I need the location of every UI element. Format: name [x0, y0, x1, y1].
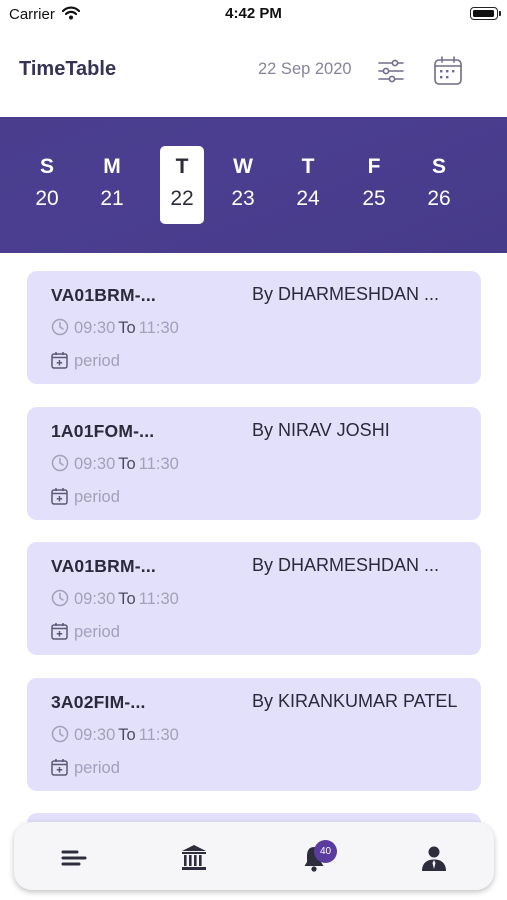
- bottom-nav: [14, 822, 494, 890]
- clock-icon: [51, 454, 69, 477]
- page-title: TimeTable: [19, 58, 117, 80]
- battery-icon: [470, 7, 501, 20]
- session-time: 09:30 To 11:30: [51, 318, 179, 341]
- day-monday-21[interactable]: M 21: [90, 146, 134, 224]
- calendar-icon[interactable]: [432, 55, 464, 87]
- calendar-plus-icon: [51, 351, 68, 374]
- weekday-label: T: [301, 155, 315, 178]
- app-header: TimeTable 22 Sep 2020: [0, 30, 507, 117]
- day-wednesday-23[interactable]: W 23: [221, 146, 265, 224]
- day-tuesday-22[interactable]: T 22: [160, 146, 204, 224]
- session-teacher: By NIRAV JOSHI: [252, 420, 390, 440]
- clock-time: 4:42 PM: [225, 5, 282, 22]
- to-label: To: [118, 319, 136, 337]
- session-card[interactable]: 1A01FOM-... By NIRAV JOSHI 09:30 To 11:30 …: [27, 407, 481, 520]
- start-time: 09:30: [74, 726, 116, 744]
- user-icon[interactable]: [419, 843, 449, 873]
- end-time: 11:30: [138, 455, 179, 473]
- day-sunday-20[interactable]: S 20: [25, 146, 69, 224]
- menu-icon[interactable]: [59, 843, 89, 873]
- session-code: VA01BRM-...: [51, 556, 156, 576]
- date-number: 24: [296, 187, 320, 210]
- weekday-label: S: [431, 155, 446, 178]
- start-time: 09:30: [74, 455, 116, 473]
- session-type: period: [51, 622, 120, 645]
- weekday-label: F: [367, 155, 381, 178]
- weekday-label: M: [103, 155, 121, 178]
- calendar-plus-icon: [51, 758, 68, 781]
- session-code: 3A02FIM-...: [51, 692, 146, 712]
- period-label: period: [74, 623, 120, 641]
- start-time: 09:30: [74, 319, 116, 337]
- weekday-label: S: [39, 155, 54, 178]
- clock-icon: [51, 725, 69, 748]
- session-code: VA01BRM-...: [51, 285, 156, 305]
- session-type: period: [51, 758, 120, 781]
- institution-icon[interactable]: [179, 843, 209, 873]
- end-time: 11:30: [138, 590, 179, 608]
- session-code: 1A01FOM-...: [51, 421, 155, 441]
- period-label: period: [74, 759, 120, 777]
- current-date: 22 Sep 2020: [258, 60, 352, 78]
- weekday-label: T: [175, 155, 189, 178]
- clock-icon: [51, 589, 69, 612]
- calendar-plus-icon: [51, 622, 68, 645]
- week-strip: S 20 M 21 T 22 W 23 T 24 F 25 S 26: [0, 117, 507, 253]
- session-card[interactable]: VA01BRM-... By DHARMESHDAN ... 09:30 To 11…: [27, 542, 481, 655]
- session-type: period: [51, 487, 120, 510]
- session-card[interactable]: 3A02FIM-... By KIRANKUMAR PATEL 09:30 To 1…: [27, 678, 481, 791]
- session-teacher: By DHARMESHDAN ...: [252, 284, 440, 304]
- session-teacher: By DHARMESHDAN ...: [252, 555, 440, 575]
- filter-icon[interactable]: [376, 57, 406, 85]
- date-number: 26: [427, 187, 451, 210]
- day-saturday-26[interactable]: S 26: [417, 146, 461, 224]
- to-label: To: [118, 590, 136, 608]
- session-teacher: By KIRANKUMAR PATEL: [252, 691, 458, 711]
- notification-badge: 40: [314, 840, 337, 863]
- date-number: 22: [170, 187, 194, 210]
- date-number: 21: [100, 187, 124, 210]
- to-label: To: [118, 455, 136, 473]
- period-label: period: [74, 352, 120, 370]
- session-time: 09:30 To 11:30: [51, 725, 179, 748]
- session-time: 09:30 To 11:30: [51, 454, 179, 477]
- status-bar: Carrier 4:42 PM: [0, 0, 507, 30]
- day-thursday-24[interactable]: T 24: [286, 146, 330, 224]
- clock-icon: [51, 318, 69, 341]
- day-friday-25[interactable]: F 25: [352, 146, 396, 224]
- end-time: 11:30: [138, 726, 179, 744]
- date-number: 23: [231, 187, 255, 210]
- session-type: period: [51, 351, 120, 374]
- to-label: To: [118, 726, 136, 744]
- end-time: 11:30: [138, 319, 179, 337]
- weekday-label: W: [233, 155, 253, 178]
- session-time: 09:30 To 11:30: [51, 589, 179, 612]
- session-card[interactable]: VA01BRM-... By DHARMESHDAN ... 09:30 To 11…: [27, 271, 481, 384]
- period-label: period: [74, 488, 120, 506]
- date-number: 20: [35, 187, 59, 210]
- date-number: 25: [362, 187, 386, 210]
- start-time: 09:30: [74, 590, 116, 608]
- calendar-plus-icon: [51, 487, 68, 510]
